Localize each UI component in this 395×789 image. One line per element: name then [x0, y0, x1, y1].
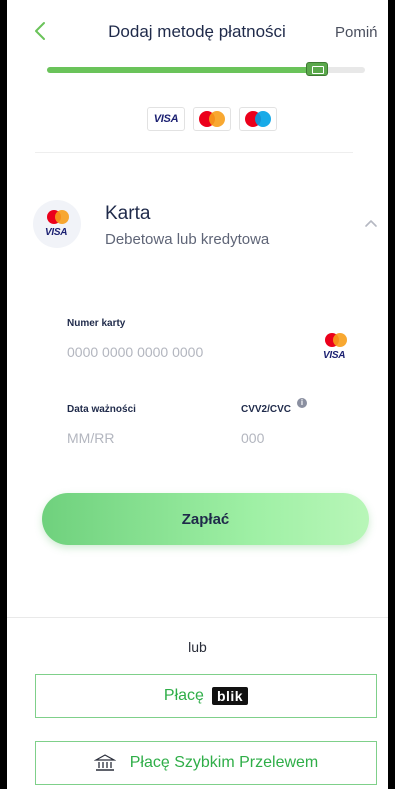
card-brand-logo: VISA [33, 200, 81, 248]
detected-card-brand: VISA [321, 333, 351, 367]
card-method-subtitle: Debetowa lub kredytowa [105, 231, 270, 248]
expiry-label: Data ważności [67, 404, 136, 415]
card-number-label: Numer karty [67, 318, 126, 329]
skip-link[interactable]: Pomiń [335, 24, 378, 41]
progress-bar [47, 62, 365, 76]
info-icon[interactable]: i [297, 398, 307, 408]
mastercard-icon [47, 210, 69, 224]
mastercard-icon [325, 333, 347, 347]
blik-logo: blik [211, 687, 249, 705]
fast-transfer-label: Płacę Szybkim Przelewem [129, 754, 319, 771]
phone-screen: Dodaj metodę płatności Pomiń VISA VISA K… [7, 0, 388, 789]
page-title: Dodaj metodę płatności [108, 22, 286, 41]
pay-button[interactable]: Zapłać [42, 493, 369, 545]
visa-badge: VISA [147, 107, 185, 131]
mastercard-icon [199, 111, 225, 127]
card-number-input[interactable] [67, 342, 307, 362]
progress-fill [47, 67, 317, 73]
divider [35, 152, 353, 153]
cvv-label: CVV2/CVC [241, 404, 292, 415]
maestro-icon [245, 111, 271, 127]
accepted-brands: VISA [147, 107, 277, 131]
chevron-up-icon[interactable] [364, 218, 378, 228]
visa-label: VISA [45, 227, 68, 238]
visa-label: VISA [153, 113, 179, 125]
chevron-left-icon[interactable] [29, 19, 53, 43]
divider [7, 617, 388, 618]
bank-icon [93, 754, 116, 771]
cvv-input[interactable] [241, 428, 341, 448]
fast-transfer-button[interactable]: Płacę Szybkim Przelewem [35, 741, 377, 785]
mastercard-badge [193, 107, 231, 131]
blik-pay-button[interactable]: Płacę blik [35, 674, 377, 718]
top-bar: Dodaj metodę płatności Pomiń [7, 0, 388, 62]
battery-icon [306, 62, 328, 76]
maestro-badge [239, 107, 277, 131]
or-label: lub [188, 639, 207, 655]
visa-label: VISA [323, 350, 346, 361]
expiry-input[interactable] [67, 428, 187, 448]
card-method-title: Karta [105, 203, 151, 224]
blik-pay-label: Płacę [163, 687, 204, 704]
